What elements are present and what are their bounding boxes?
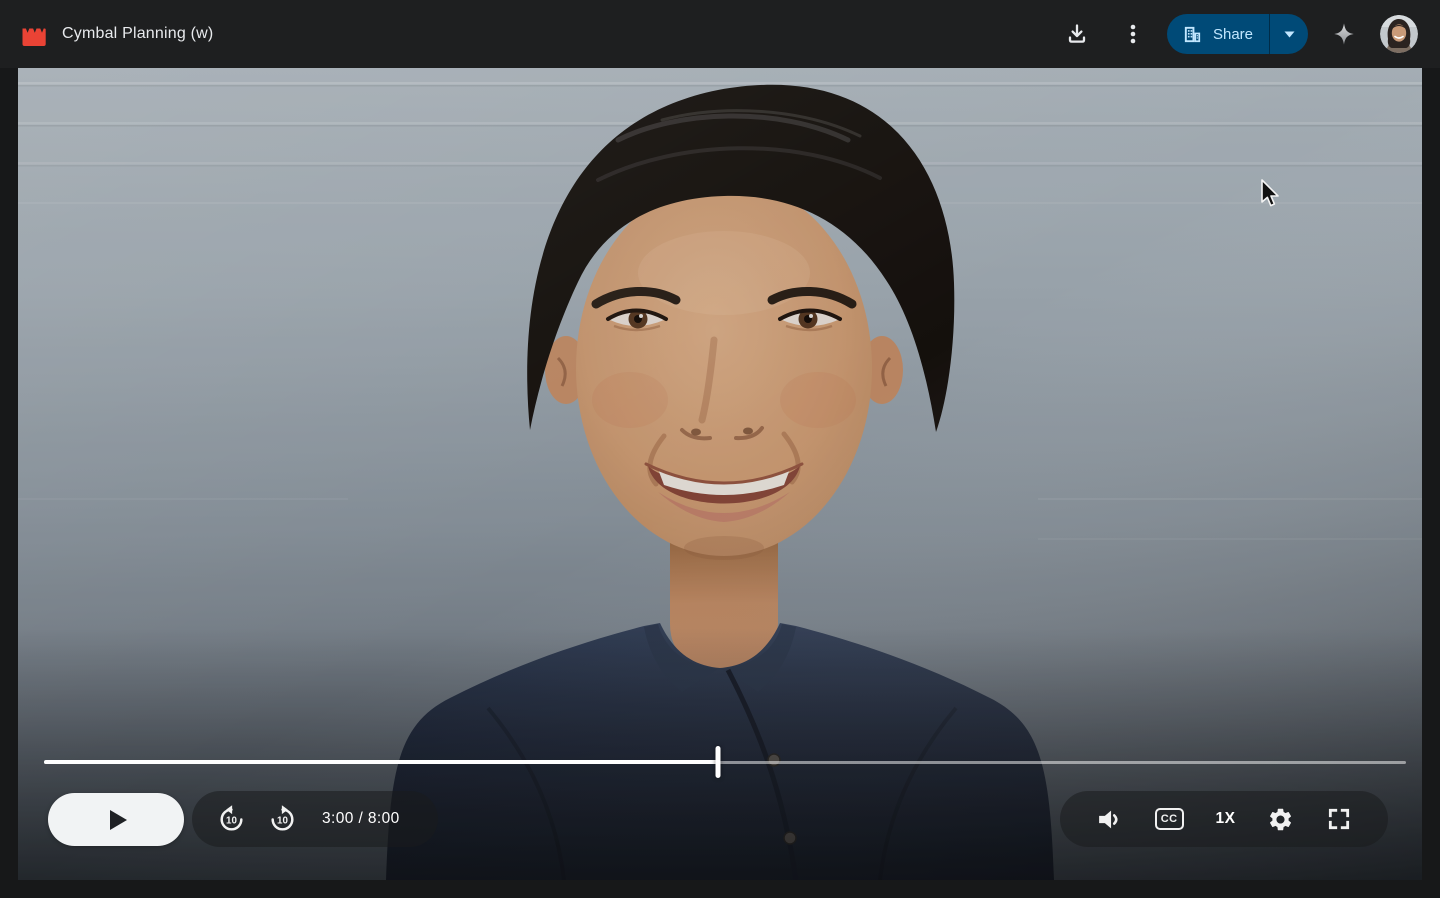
svg-text:10: 10	[277, 815, 288, 826]
time-display: 3:00 / 8:00	[322, 810, 400, 828]
fullscreen-button[interactable]	[1326, 806, 1352, 832]
svg-text:10: 10	[226, 815, 237, 826]
share-button[interactable]: Share	[1167, 14, 1269, 54]
progress-played	[44, 760, 718, 764]
topbar-left: Cymbal Planning (w)	[20, 21, 213, 48]
captions-button[interactable]: CC	[1155, 808, 1184, 830]
share-button-label: Share	[1213, 26, 1253, 43]
settings-panel: CC 1X	[1060, 791, 1388, 847]
playhead[interactable]	[716, 746, 721, 778]
video-canvas[interactable]: 10 10 3:00 / 8:00	[18, 68, 1422, 880]
mouse-cursor-icon	[1258, 178, 1280, 208]
skip-back-10-button[interactable]: 10	[216, 804, 247, 835]
video-stage: 10 10 3:00 / 8:00	[18, 68, 1422, 880]
play-button[interactable]	[48, 793, 184, 846]
volume-button[interactable]	[1096, 806, 1123, 833]
account-avatar[interactable]	[1380, 15, 1418, 53]
sparkle-icon	[1329, 18, 1359, 50]
play-icon	[110, 810, 127, 830]
playback-speed-button[interactable]: 1X	[1215, 810, 1235, 828]
more-options-button[interactable]	[1115, 12, 1151, 56]
fullscreen-icon	[1326, 806, 1352, 832]
chevron-down-icon	[1284, 31, 1295, 38]
progress-bar[interactable]	[44, 746, 1406, 778]
transport-panel: 10 10 3:00 / 8:00	[192, 791, 438, 847]
settings-button[interactable]	[1267, 806, 1294, 833]
gear-icon	[1267, 806, 1294, 833]
share-split-button: Share	[1167, 14, 1308, 54]
topbar: Cymbal Planning (w)	[0, 0, 1440, 68]
document-title[interactable]: Cymbal Planning (w)	[62, 25, 213, 43]
replay-10-icon: 10	[216, 804, 247, 835]
avatar-photo	[1380, 15, 1418, 53]
more-vertical-icon	[1121, 22, 1145, 46]
organization-icon	[1182, 24, 1203, 45]
share-dropdown-button[interactable]	[1270, 14, 1308, 54]
captions-label: CC	[1161, 813, 1178, 825]
skip-forward-10-button[interactable]: 10	[267, 804, 298, 835]
topbar-actions: Share	[1055, 12, 1418, 56]
volume-icon	[1096, 806, 1123, 833]
gemini-button[interactable]	[1324, 12, 1364, 56]
vids-logo-icon[interactable]	[20, 21, 47, 48]
download-button[interactable]	[1055, 12, 1099, 56]
forward-10-icon: 10	[267, 804, 298, 835]
download-icon	[1064, 21, 1090, 47]
captions-icon: CC	[1155, 808, 1184, 830]
speed-label: 1X	[1215, 810, 1235, 828]
